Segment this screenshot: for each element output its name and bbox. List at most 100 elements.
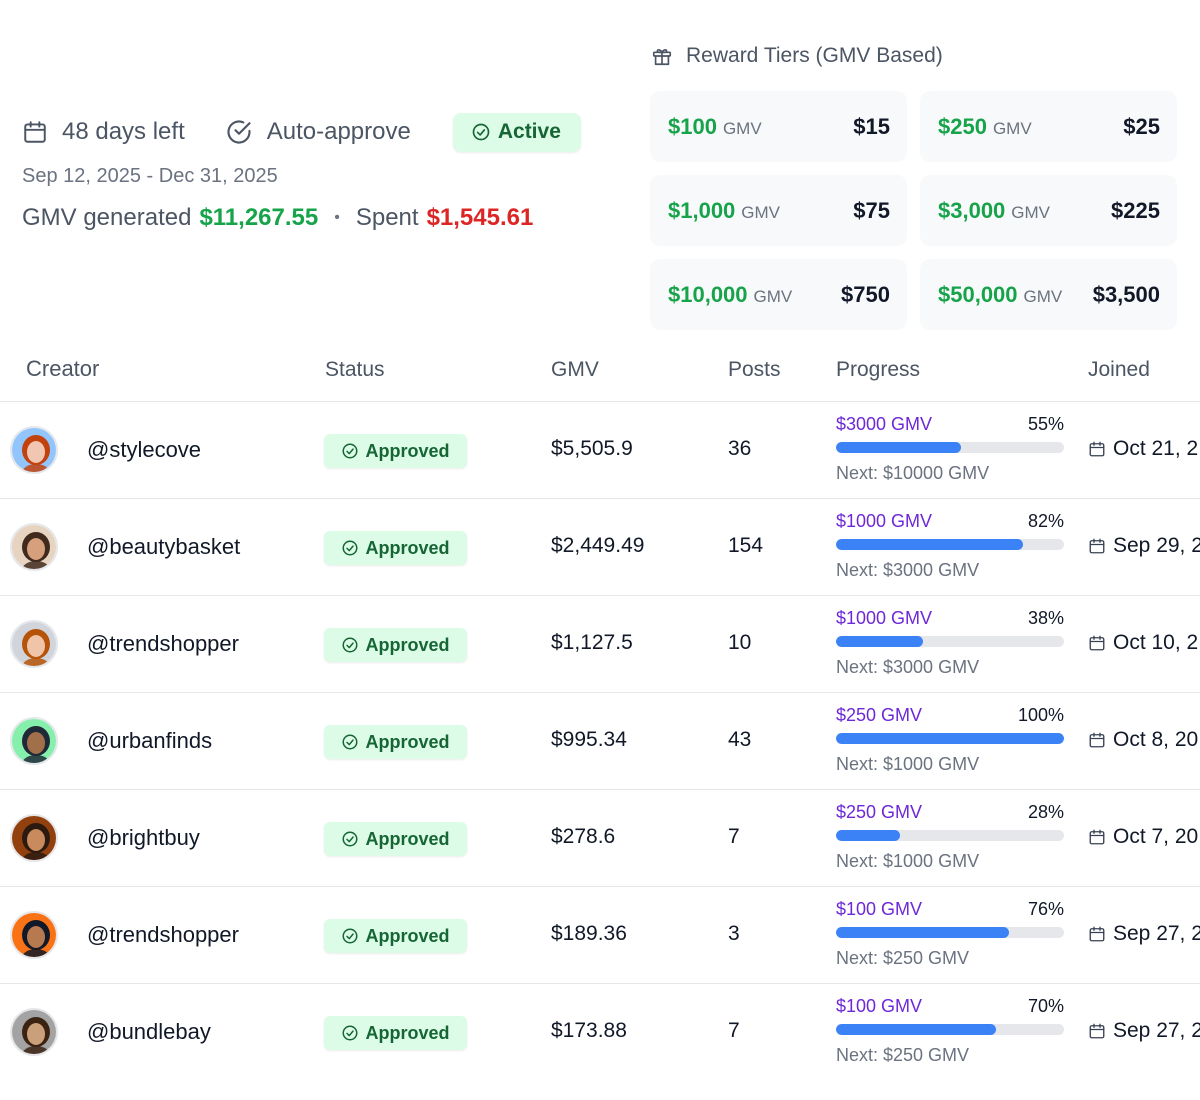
header-creator[interactable]: Creator [26, 356, 99, 382]
status-text: Approved [365, 925, 450, 946]
avatar[interactable] [10, 523, 58, 571]
avatar-image [12, 816, 56, 860]
status-badge: Approved [324, 1016, 467, 1050]
creator-gmv: $278.6 [551, 825, 616, 848]
calendar-icon [1089, 732, 1105, 748]
avatar[interactable] [10, 620, 58, 668]
creator-posts: 36 [728, 437, 752, 460]
avatar-image [12, 1010, 56, 1054]
creator-handle[interactable]: @beautybasket [87, 534, 240, 560]
creator-handle[interactable]: @urbanfinds [87, 728, 212, 754]
current-tier: $250 GMV [836, 802, 923, 822]
tier-threshold: $250 GMV [938, 114, 1032, 140]
status-badge: Approved [324, 628, 467, 662]
days-left-text: 48 days left [62, 118, 185, 145]
tier-gmv-amount: $250 [938, 113, 987, 139]
creator-handle[interactable]: @bundlebay [87, 1019, 211, 1045]
reward-tiers-grid: $100 GMV $15 $250 GMV $25 $1,000 GMV $75 $3,000 GM… [650, 91, 1177, 330]
creator-gmv: $2,449.49 [551, 534, 645, 557]
check-circle-icon [342, 1025, 358, 1041]
progress-header: $250 GMV 100% [836, 705, 1064, 726]
tier-progress: $1000 GMV 82% Next: $3000 GMV [836, 511, 1064, 581]
check-circle-icon [472, 123, 490, 141]
tier-reward: $750 [841, 281, 890, 307]
current-tier: $100 GMV [836, 899, 923, 919]
tier-gmv-unit: GMV [741, 202, 781, 222]
creators-table-body: @stylecove Approved $5,505.9 36 $3000 GMV 55%… [0, 402, 1200, 1081]
creator-handle[interactable]: @stylecove [87, 437, 201, 463]
tier-progress: $3000 GMV 55% Next: $10000 GMV [836, 414, 1064, 484]
tier-gmv-unit: GMV [722, 118, 762, 138]
progress-percent: 100% [1017, 705, 1064, 725]
header-posts[interactable]: Posts [728, 358, 781, 382]
avatar-image [12, 428, 56, 472]
check-circle-icon [342, 637, 358, 653]
table-row[interactable]: @bundlebay Approved $173.88 7 $100 GMV 70% Nex… [0, 984, 1200, 1081]
next-tier: Next: $10000 GMV [836, 463, 990, 483]
creator-handle[interactable]: @trendshopper [87, 631, 239, 657]
joined-date-text: Oct 8, 20 [1113, 728, 1199, 751]
table-row[interactable]: @urbanfinds Approved $995.34 43 $250 GMV 100%… [0, 693, 1200, 790]
table-row[interactable]: @trendshopper Approved $1,127.5 10 $1000 GMV… [0, 596, 1200, 693]
next-tier: Next: $3000 GMV [836, 657, 980, 677]
reward-tier-card: $10,000 GMV $750 [650, 259, 907, 330]
auto-approve-text: Auto-approve [266, 118, 411, 145]
current-tier: $1000 GMV [836, 511, 933, 531]
status-badge: Approved [324, 434, 467, 468]
tier-threshold: $100 GMV [668, 114, 762, 140]
next-tier: Next: $1000 GMV [836, 851, 980, 871]
creator-posts: 3 [728, 922, 740, 945]
tier-progress: $100 GMV 76% Next: $250 GMV [836, 899, 1064, 969]
table-row[interactable]: @brightbuy Approved $278.6 7 $250 GMV 28% Next… [0, 790, 1200, 887]
tier-gmv-amount: $50,000 [938, 281, 1018, 307]
calendar-icon [1089, 829, 1105, 845]
header-progress[interactable]: Progress [836, 358, 920, 382]
avatar[interactable] [10, 1008, 58, 1056]
reward-tier-card: $100 GMV $15 [650, 91, 907, 162]
calendar-icon [1089, 1023, 1105, 1039]
avatar[interactable] [10, 814, 58, 862]
next-tier: Next: $3000 GMV [836, 560, 980, 580]
campaign-status-badge: Active [452, 112, 581, 152]
progress-track [836, 539, 1064, 550]
check-circle-icon [342, 443, 358, 459]
header-status[interactable]: Status [325, 358, 385, 382]
avatar-image [12, 622, 56, 666]
avatar[interactable] [10, 717, 58, 765]
avatar-image [12, 525, 56, 569]
auto-approve: Auto-approve [225, 118, 411, 146]
calendar-icon [1089, 635, 1105, 651]
joined-date: Oct 7, 20 [1088, 825, 1198, 849]
creator-handle[interactable]: @brightbuy [87, 825, 200, 851]
progress-percent: 38% [1027, 608, 1064, 628]
progress-header: $1000 GMV 82% [836, 511, 1064, 532]
tier-gmv-amount: $1,000 [668, 197, 736, 223]
tier-gmv-unit: GMV [1011, 202, 1051, 222]
status-badge: Approved [324, 531, 467, 565]
spent-value: $1,545.61 [426, 204, 534, 231]
creator-handle[interactable]: @trendshopper [87, 922, 239, 948]
campaign-totals: GMV generated $11,267.55 • Spent $1,545.… [22, 204, 622, 232]
table-row[interactable]: @stylecove Approved $5,505.9 36 $3000 GMV 55%… [0, 402, 1200, 499]
progress-percent: 55% [1027, 414, 1064, 434]
avatar-image [12, 913, 56, 957]
status-badge: Approved [324, 919, 467, 953]
calendar-icon [1089, 926, 1105, 942]
header-gmv[interactable]: GMV [551, 358, 599, 382]
table-row[interactable]: @beautybasket Approved $2,449.49 154 $1000 G… [0, 499, 1200, 596]
avatar[interactable] [10, 911, 58, 959]
campaign-summary: 48 days left Auto-approve Active Sep 12,… [22, 112, 622, 232]
tier-reward: $225 [1111, 197, 1160, 223]
status-badge: Approved [324, 725, 467, 759]
tier-reward: $15 [853, 113, 890, 139]
status-text: Approved [365, 731, 450, 752]
creator-gmv: $995.34 [551, 728, 627, 751]
joined-date: Sep 29, 2 [1088, 534, 1200, 558]
table-row[interactable]: @trendshopper Approved $189.36 3 $100 GMV 76%… [0, 887, 1200, 984]
header-joined[interactable]: Joined [1088, 358, 1150, 382]
status-text: Approved [365, 634, 450, 655]
calendar-icon [1089, 441, 1105, 457]
check-circle-icon [342, 734, 358, 750]
avatar[interactable] [10, 426, 58, 474]
status-text: Approved [365, 537, 450, 558]
